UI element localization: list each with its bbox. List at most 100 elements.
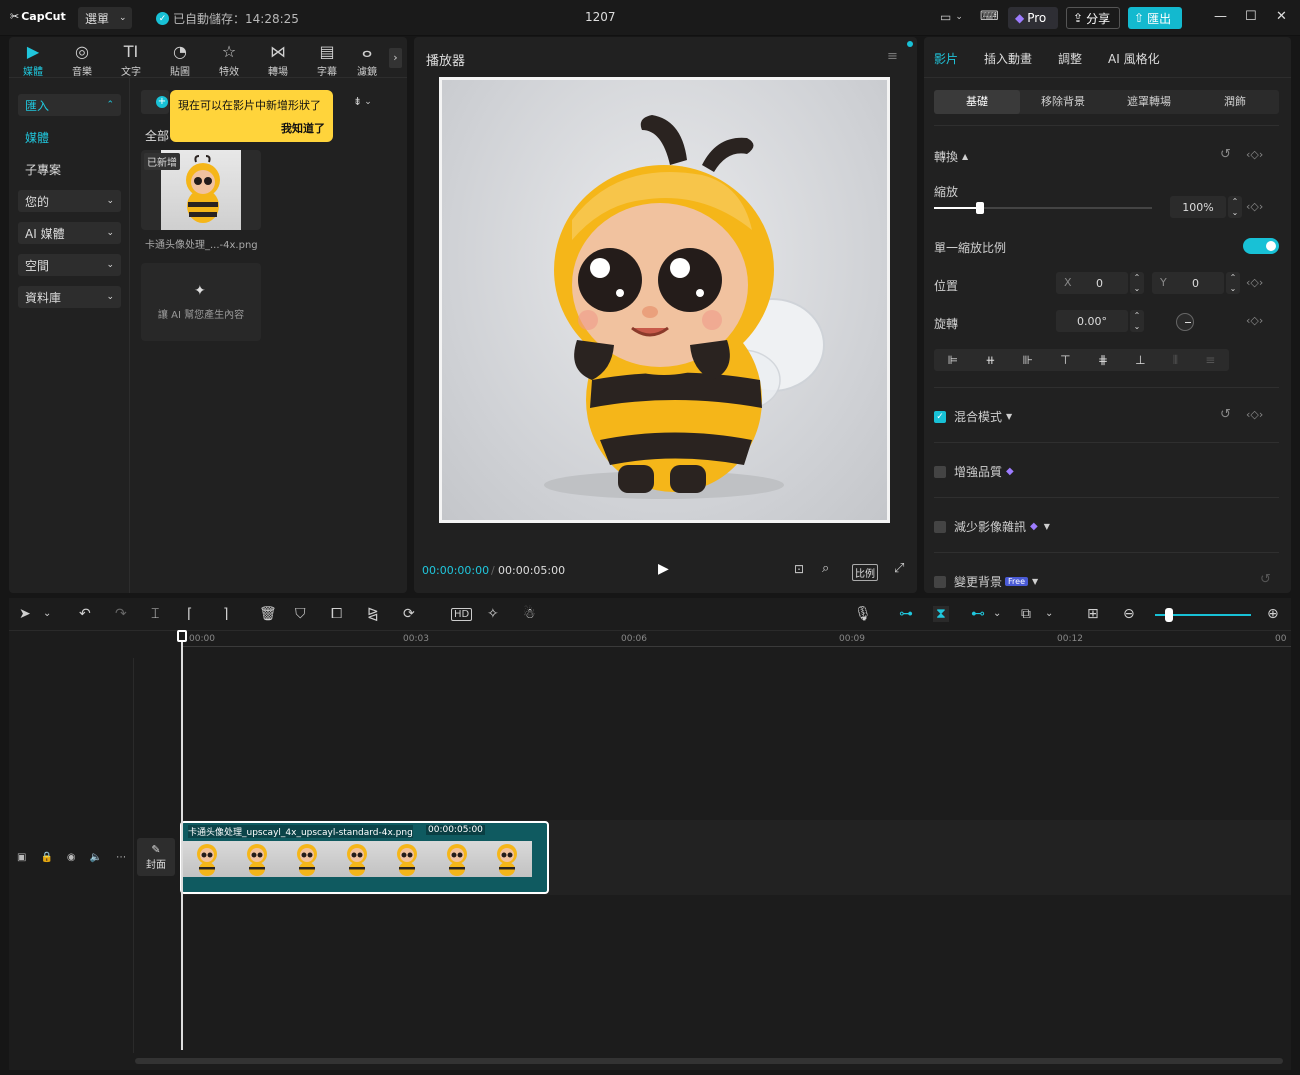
tool-caption[interactable]: ▤ 字幕 bbox=[305, 41, 349, 78]
rotate-icon[interactable]: ⟳ bbox=[403, 606, 415, 622]
hd-icon[interactable]: HD bbox=[451, 608, 473, 621]
rotate-stepper[interactable]: ⌃ ⌄ bbox=[1130, 310, 1144, 332]
tab-ai-style[interactable]: AI 風格化 bbox=[1108, 50, 1160, 67]
lock-icon[interactable]: 🔒 bbox=[40, 852, 52, 863]
chevron-down-icon[interactable]: ⌄ bbox=[43, 608, 51, 619]
scale-input[interactable]: 100% bbox=[1170, 196, 1226, 218]
subtab-remove-bg[interactable]: 移除背景 bbox=[1020, 90, 1106, 114]
align-bottom-icon[interactable]: ⊥ bbox=[1135, 353, 1145, 367]
position-x-input[interactable]: X 0 bbox=[1056, 272, 1128, 294]
layout-button[interactable]: ▭ ⌄ bbox=[940, 10, 963, 24]
snap-icon[interactable]: ⧗ bbox=[933, 606, 949, 622]
filter-all-label[interactable]: 全部 bbox=[145, 127, 169, 144]
chevron-down-icon[interactable]: ⌄ bbox=[1045, 608, 1053, 619]
tool-media[interactable]: ▶ 媒體 bbox=[11, 41, 55, 78]
enhance-row[interactable]: 增強品質 ◆ bbox=[934, 463, 1014, 480]
fullscreen-icon[interactable]: ⤢ bbox=[894, 561, 904, 576]
position-y-stepper[interactable]: ⌃ ⌄ bbox=[1226, 272, 1240, 294]
sidebar-item-import[interactable]: 匯入 ⌃ bbox=[18, 94, 121, 116]
blend-mode-row[interactable]: ✓ 混合模式 ▼ bbox=[934, 408, 1012, 425]
zoom-preview-icon[interactable]: ⌕ bbox=[822, 561, 829, 576]
magic-wand-icon[interactable]: ✧ bbox=[487, 606, 499, 622]
sort-filter-button[interactable]: ⇟ ⌄ bbox=[353, 95, 372, 108]
time-ruler[interactable] bbox=[181, 646, 1291, 647]
menu-lines-icon[interactable]: ≡ bbox=[887, 49, 898, 64]
uniform-scale-toggle[interactable] bbox=[1243, 238, 1279, 254]
close-icon[interactable]: ✕ bbox=[1276, 9, 1287, 24]
mirror-icon[interactable]: ⧎ bbox=[367, 606, 379, 622]
sidebar-item-media[interactable]: 媒體 bbox=[18, 126, 121, 148]
share-button[interactable]: ⇪ 分享 bbox=[1066, 7, 1120, 29]
split-icon[interactable]: ⌶ bbox=[151, 606, 159, 622]
change-bg-row[interactable]: 變更背景 Free ▼ bbox=[934, 573, 1038, 590]
import-button[interactable]: + bbox=[141, 90, 169, 114]
sidebar-item-library[interactable]: 資料庫 ⌄ bbox=[18, 286, 121, 308]
reset-icon[interactable]: ↺ bbox=[1260, 572, 1271, 587]
sidebar-item-subproject[interactable]: 子專案 bbox=[18, 158, 121, 180]
tool-filter[interactable]: ⴰ 濾鏡 bbox=[352, 41, 382, 78]
ratio-button[interactable]: 比例 bbox=[852, 564, 878, 581]
keyframe-icon[interactable]: ‹◇› bbox=[1246, 408, 1263, 421]
delete-icon[interactable]: 🗑 bbox=[259, 606, 277, 622]
scale-slider[interactable] bbox=[934, 202, 1152, 214]
timeline-scrollbar[interactable] bbox=[135, 1058, 1283, 1064]
media-item[interactable]: 已新增 bbox=[141, 150, 261, 230]
change-bg-checkbox[interactable] bbox=[934, 575, 946, 588]
ai-person-icon[interactable]: ☃ bbox=[523, 606, 536, 622]
scale-stepper[interactable]: ⌃ ⌄ bbox=[1228, 196, 1242, 218]
position-x-stepper[interactable]: ⌃ ⌄ bbox=[1130, 272, 1144, 294]
preview-canvas[interactable] bbox=[439, 77, 890, 523]
subtab-retouch[interactable]: 潤飾 bbox=[1192, 90, 1278, 114]
enhance-checkbox[interactable] bbox=[934, 465, 946, 478]
keyframe-icon[interactable]: ‹◇› bbox=[1246, 314, 1263, 327]
playhead[interactable] bbox=[181, 632, 183, 1050]
subtab-mask[interactable]: 遮罩轉場 bbox=[1106, 90, 1192, 114]
zoom-out-icon[interactable]: ⊖ bbox=[1123, 606, 1135, 622]
tooltip-ok-button[interactable]: 我知道了 bbox=[281, 120, 325, 136]
play-button[interactable]: ▶ bbox=[658, 561, 669, 577]
reset-icon[interactable]: ↺ bbox=[1220, 147, 1231, 162]
distribute-h-icon[interactable]: ⦀ bbox=[1173, 353, 1178, 368]
keyboard-icon[interactable]: ⌨ bbox=[980, 9, 999, 24]
align-hcenter-icon[interactable]: ⧺ bbox=[985, 353, 995, 367]
fit-icon[interactable]: ⊡ bbox=[794, 562, 804, 576]
tool-text[interactable]: TI 文字 bbox=[109, 41, 153, 78]
align-vcenter-icon[interactable]: ⋕ bbox=[1098, 353, 1108, 367]
chevron-right-icon[interactable]: › bbox=[389, 48, 402, 68]
reset-icon[interactable]: ↺ bbox=[1220, 407, 1231, 422]
microphone-icon[interactable]: 🎙 bbox=[854, 606, 872, 622]
tool-transition[interactable]: ⋈ 轉場 bbox=[256, 41, 300, 78]
chevron-down-icon[interactable]: ⌄ bbox=[993, 608, 1001, 619]
position-y-input[interactable]: Y 0 bbox=[1152, 272, 1224, 294]
track-video-icon[interactable]: ▣ bbox=[17, 852, 26, 863]
minimize-icon[interactable]: — bbox=[1214, 9, 1227, 24]
video-clip[interactable]: 卡通头像处理_upscayl_4x_upscayl-standard-4x.pn… bbox=[180, 821, 549, 894]
crop-icon[interactable]: ⧠ bbox=[331, 606, 342, 622]
split-left-icon[interactable]: ⌈ bbox=[187, 606, 192, 622]
export-button[interactable]: ⇧ 匯出 bbox=[1128, 7, 1182, 29]
align-right-icon[interactable]: ⊪ bbox=[1023, 353, 1033, 367]
split-right-icon[interactable]: ⌉ bbox=[223, 606, 228, 622]
ai-generate-card[interactable]: ✦ 讓 AI 幫您產生內容 bbox=[141, 263, 261, 341]
tab-adjust[interactable]: 調整 bbox=[1058, 50, 1082, 67]
chain-icon[interactable]: ⊷ bbox=[971, 606, 985, 622]
menu-button[interactable]: 選單 ⌄ bbox=[78, 7, 132, 29]
playhead-handle[interactable] bbox=[177, 630, 187, 642]
pro-button[interactable]: ◆ Pro bbox=[1008, 7, 1058, 29]
sidebar-item-yours[interactable]: 您的 ⌄ bbox=[18, 190, 121, 212]
zoom-in-icon[interactable]: ⊕ bbox=[1267, 606, 1279, 622]
link-icon[interactable]: ⊶ bbox=[899, 606, 913, 622]
distribute-v-icon[interactable]: ≡ bbox=[1205, 353, 1215, 367]
redo-icon[interactable]: ↷ bbox=[115, 606, 127, 622]
fit-timeline-icon[interactable]: ⊞ bbox=[1087, 606, 1099, 622]
align-left-icon[interactable]: ⊫ bbox=[948, 353, 958, 367]
preview-axis-icon[interactable]: ⧉ bbox=[1021, 606, 1031, 622]
keyframe-icon[interactable]: ‹◇› bbox=[1246, 200, 1263, 213]
rotate-dial[interactable] bbox=[1176, 313, 1194, 331]
tool-sticker[interactable]: ◔ 貼圖 bbox=[158, 41, 202, 78]
subtab-basic[interactable]: 基礎 bbox=[934, 90, 1020, 114]
align-top-icon[interactable]: ⊤ bbox=[1060, 353, 1070, 367]
shield-icon[interactable]: ⛉ bbox=[295, 606, 306, 622]
blend-checkbox[interactable]: ✓ bbox=[934, 410, 946, 423]
tab-insert-animation[interactable]: 插入動畫 bbox=[984, 50, 1032, 67]
